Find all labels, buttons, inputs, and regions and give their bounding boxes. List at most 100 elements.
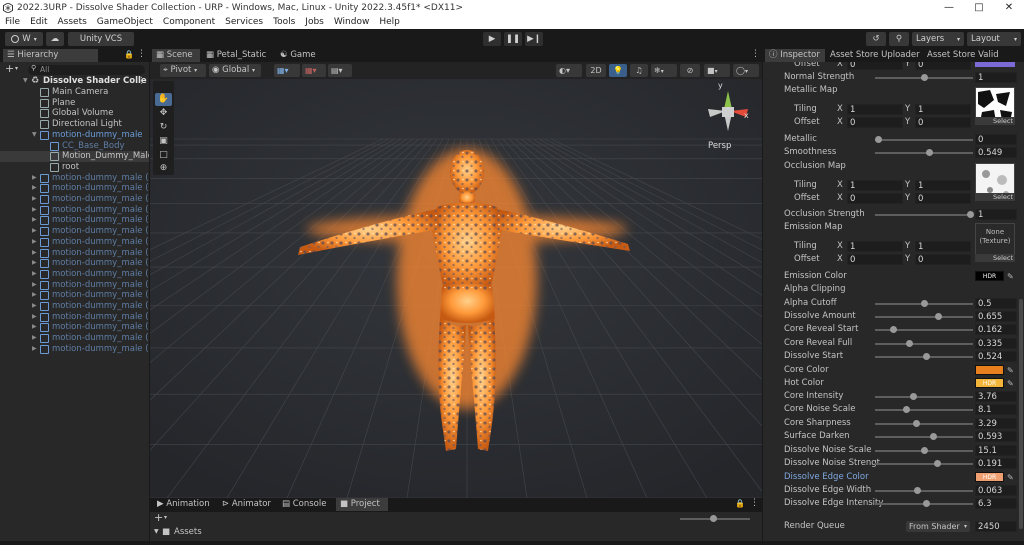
hierarchy-item[interactable]: ▶ motion-dummy_male (5) (0, 205, 149, 216)
hierarchy-item[interactable]: ▶ motion-dummy_male (9) (0, 248, 149, 259)
slider-track[interactable] (875, 409, 973, 412)
eyedropper-icon[interactable]: ✎ (1007, 272, 1016, 281)
play-button[interactable]: ▶ (483, 32, 501, 46)
expand-arrow-icon[interactable]: ▶ (32, 194, 37, 205)
expand-arrow-icon[interactable]: ▶ (32, 333, 37, 344)
lock-icon[interactable]: 🔒 (124, 50, 134, 59)
x-value-field[interactable]: 0 (847, 117, 903, 128)
expand-arrow-icon[interactable]: ▼ (23, 76, 28, 87)
value-field[interactable]: 0.162 (975, 324, 1017, 336)
color-swatch[interactable]: HDR (975, 472, 1004, 482)
menu-jobs[interactable]: Jobs (300, 17, 329, 27)
hierarchy-item[interactable]: ▶ motion-dummy_male (18) (0, 344, 149, 355)
hierarchy-item[interactable]: ▶ motion-dummy_male (7) (0, 226, 149, 237)
hierarchy-item[interactable]: ▶ motion-dummy_male (10) (0, 258, 149, 269)
y-value-field[interactable]: 0 (915, 254, 971, 265)
tab-scene[interactable]: ▦ Scene (152, 49, 200, 62)
x-value-field[interactable]: 1 (847, 104, 903, 115)
eyedropper-icon[interactable]: ✎ (1007, 379, 1016, 388)
menu-window[interactable]: Window (329, 17, 375, 27)
menu-help[interactable]: Help (374, 17, 405, 27)
minimize-button[interactable]: — (934, 0, 964, 15)
value-field[interactable]: 8.1 (975, 404, 1017, 416)
expand-arrow-icon[interactable]: ▶ (32, 290, 37, 301)
hierarchy-item[interactable]: Motion_Dummy_Male (0, 151, 149, 162)
slider-track[interactable] (875, 342, 973, 345)
inspector-scrollbar[interactable] (1019, 299, 1023, 529)
tab-hierarchy[interactable]: ☰ Hierarchy (3, 49, 98, 62)
vcs-button[interactable]: Unity VCS (68, 32, 134, 46)
value-field[interactable]: 0.655 (975, 311, 1017, 322)
select-button[interactable]: Select (975, 117, 1015, 125)
slider-knob[interactable] (913, 487, 921, 494)
add-icon[interactable]: + (5, 63, 14, 75)
more-icon[interactable]: ⋮ (751, 49, 760, 59)
eyedropper-icon[interactable]: ✎ (1007, 366, 1016, 375)
layout-dropdown[interactable]: Layout ▾ (967, 32, 1021, 46)
menu-file[interactable]: File (0, 17, 25, 27)
search-button[interactable]: ⚲ (889, 32, 909, 46)
value-field[interactable]: 3.29 (975, 417, 1017, 429)
hand-tool-button[interactable]: ✋ (155, 93, 172, 106)
menu-component[interactable]: Component (158, 17, 220, 27)
more-icon[interactable]: ⋮ (137, 49, 146, 59)
slider-knob[interactable] (889, 326, 897, 334)
maximize-button[interactable]: □ (964, 0, 994, 15)
snap-increment-button[interactable]: ▦▾ (302, 64, 326, 77)
x-value-field[interactable]: 1 (847, 180, 903, 191)
render-queue-value[interactable]: 2450 (975, 521, 1017, 532)
hierarchy-item[interactable]: CC_Base_Body (0, 141, 149, 152)
value-field[interactable]: 15.1 (975, 444, 1017, 456)
scale-tool-button[interactable]: ▣ (155, 135, 172, 148)
hierarchy-item[interactable]: ▶ motion-dummy_male (1) (0, 173, 149, 184)
eyedropper-icon[interactable]: ✎ (1007, 473, 1016, 482)
effects-dropdown[interactable]: ❄▾ (651, 64, 677, 77)
history-button[interactable]: ↺ (866, 32, 886, 46)
value-field[interactable]: 0.524 (975, 351, 1017, 363)
persp-label[interactable]: Persp (708, 141, 731, 151)
hierarchy-item[interactable]: ▶ motion-dummy_male (15) (0, 312, 149, 323)
slider-knob[interactable] (710, 515, 717, 522)
hidden-objects-button[interactable]: ⊘ (680, 64, 700, 77)
value-field[interactable]: 0.335 (975, 337, 1017, 349)
hierarchy-item[interactable]: ▶ motion-dummy_male (6) (0, 215, 149, 226)
x-value-field[interactable]: 0 (847, 62, 903, 70)
value-field[interactable]: 0.593 (975, 431, 1017, 443)
tab-project[interactable]: ■ Project (336, 498, 388, 511)
expand-arrow-icon[interactable]: ▶ (32, 173, 37, 184)
hierarchy-item[interactable]: ▶ motion-dummy_male (13) (0, 290, 149, 301)
account-button[interactable]: W ▾ (5, 32, 43, 46)
transform-tool-button[interactable]: ⊕ (155, 162, 172, 174)
tab-animation[interactable]: ▶ Animation (153, 498, 213, 511)
expand-arrow-icon[interactable]: ▶ (32, 237, 37, 248)
tab-asset-store-uploader[interactable]: Asset Store Uploader (826, 49, 924, 62)
slider-knob[interactable] (905, 339, 913, 347)
slider-knob[interactable] (935, 313, 943, 320)
hierarchy-item[interactable]: ▶ motion-dummy_male (12) (0, 280, 149, 291)
y-value-field[interactable]: 0 (915, 117, 971, 128)
slider-track[interactable] (875, 139, 973, 141)
value-field[interactable]: 6.3 (975, 498, 1017, 510)
slider-knob[interactable] (921, 74, 928, 81)
value-field[interactable]: 1 (975, 209, 1017, 220)
y-value-field[interactable]: 1 (915, 241, 971, 252)
x-value-field[interactable]: 0 (847, 254, 903, 265)
tab-animator[interactable]: ⊳ Animator (218, 498, 274, 511)
slider-track[interactable] (875, 422, 973, 425)
audio-toggle[interactable]: ♫ (630, 64, 648, 77)
value-field[interactable]: 0.191 (975, 458, 1017, 469)
slider-knob[interactable] (933, 460, 941, 467)
pivot-dropdown[interactable]: ⌖ Pivot ▾ (160, 64, 206, 77)
slider-knob[interactable] (921, 446, 928, 454)
hierarchy-scene-root[interactable]: ▼ ♻ Dissolve Shader Colle ⋮ (0, 76, 149, 87)
hierarchy-item[interactable]: Global Volume (0, 108, 149, 119)
expand-arrow-icon[interactable]: ▶ (32, 269, 37, 280)
slider-knob[interactable] (921, 300, 928, 307)
step-button[interactable]: ▶❙ (525, 32, 543, 46)
add-icon[interactable]: + (154, 512, 163, 524)
menu-tools[interactable]: Tools (268, 17, 300, 27)
expand-arrow-icon[interactable]: ▶ (32, 312, 37, 323)
hierarchy-item[interactable]: ▶ motion-dummy_male (16) (0, 322, 149, 333)
close-button[interactable]: ✕ (994, 0, 1024, 15)
expand-arrow-icon[interactable]: ▶ (32, 280, 37, 291)
